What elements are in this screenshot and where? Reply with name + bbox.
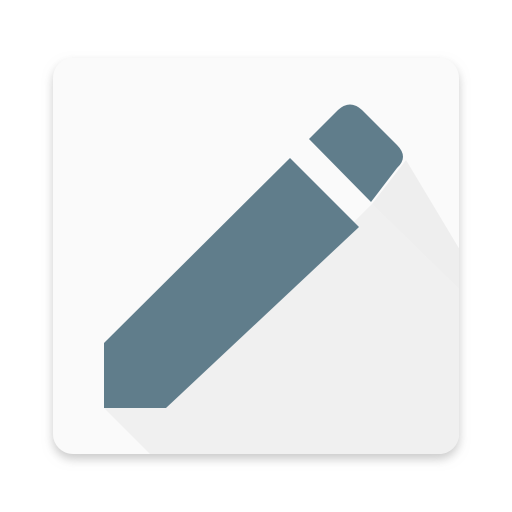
app-icon-stage [0,0,512,512]
app-icon[interactable] [0,0,512,512]
